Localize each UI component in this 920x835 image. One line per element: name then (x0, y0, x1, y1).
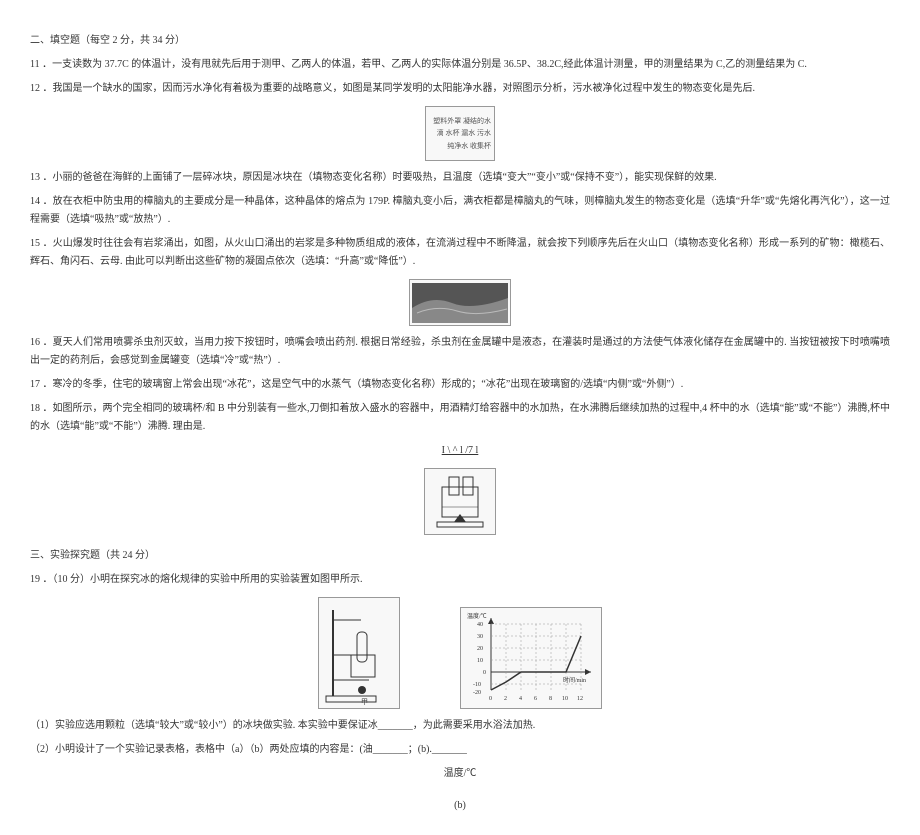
fig-row-q19: 甲 40 30 (30, 597, 890, 709)
svg-text:6: 6 (534, 696, 537, 702)
fig-beaker (424, 468, 496, 535)
q19-intro: 19 ．（10 分）小明在探究冰的熔化规律的实验中所用的实验装置如图甲所示. (30, 571, 890, 589)
svg-text:20: 20 (477, 646, 483, 652)
svg-text:30: 30 (477, 634, 483, 640)
q13: 13 ．小丽的爸爸在海鲜的上面铺了一层碎冰块，原因是冰块在（填物态变化名称）时要… (30, 169, 890, 187)
label-b: (b) (454, 797, 466, 815)
fig-purifier: 塑料外罩 凝结的水滴 水杯 漏水 污水 纯净水 收集杯 (425, 106, 495, 161)
section3-header: 三、实验探究题（共 24 分） (30, 547, 890, 565)
fig-chart: 40 30 20 10 0 -10 -20 0 2 4 6 8 10 12 温度… (460, 607, 602, 709)
q17: 17 ．寒冷的冬季，住宅的玻璃窗上常会出现“冰花”，这是空气中的水蒸气（填物态变… (30, 376, 890, 394)
svg-text:温度/℃: 温度/℃ (467, 612, 487, 620)
q11: 11 ．一支读数为 37.7C 的体温计，没有甩就先后用于测甲、乙两人的体温，若… (30, 56, 890, 74)
svg-text:2: 2 (504, 696, 507, 702)
fig-apparatus: 甲 (318, 597, 400, 709)
q19-table-labels: 温度/℃ (b) (30, 765, 890, 815)
q14: 14 ．放在衣柜中防虫用的樟脑丸的主要成分是一种晶体，这种晶体的熔点为 179P… (30, 193, 890, 229)
fig-magma-wrap (30, 279, 890, 326)
q15: 15 ．火山爆发时往往会有岩浆涌出，如图，从火山口涌出的岩浆是多种物质组成的液体… (30, 235, 890, 271)
q19-sub2: （2）小明设计了一个实验记录表格，表格中（a）（b）两处应填的内容是：(油___… (30, 741, 890, 759)
q18-formula: I \ ^ l /7 l (30, 442, 890, 460)
svg-text:甲: 甲 (361, 698, 368, 706)
fig-magma (409, 279, 511, 326)
svg-text:-10: -10 (473, 682, 481, 688)
svg-text:0: 0 (483, 670, 486, 676)
fig-purifier-wrap: 塑料外罩 凝结的水滴 水杯 漏水 污水 纯净水 收集杯 (30, 106, 890, 161)
svg-text:40: 40 (477, 622, 483, 628)
q19-sub1: （1）实验应选用颗粒（选填“较大”或“较小”）的冰块做实验. 本实验中要保证冰_… (30, 717, 890, 735)
q18: 18 ．如图所示，两个完全相同的玻璃杯/和 B 中分别装有一些水,刀倒扣着放入盛… (30, 400, 890, 436)
svg-text:时间/min: 时间/min (563, 676, 586, 684)
q12: 12 ．我国是一个缺水的国家，因而污水净化有着极为重要的战略意义，如图是某同学发… (30, 80, 890, 98)
svg-text:0: 0 (489, 696, 492, 702)
section2-header: 二、填空题（每空 2 分，共 34 分） (30, 32, 890, 50)
label-a: 温度/℃ (444, 765, 477, 783)
formula-text: I \ ^ l /7 l (442, 442, 479, 460)
svg-text:4: 4 (519, 696, 522, 702)
svg-text:8: 8 (549, 696, 552, 702)
svg-text:10: 10 (477, 658, 483, 664)
svg-text:12: 12 (577, 696, 583, 702)
fig-beaker-wrap (30, 468, 890, 535)
svg-text:10: 10 (562, 696, 568, 702)
q16: 16 ．夏天人们常用喷雾杀虫剂灭蚊，当用力按下按钮时，喷嘴会喷出药剂. 根据日常… (30, 334, 890, 370)
svg-text:-20: -20 (473, 690, 481, 696)
